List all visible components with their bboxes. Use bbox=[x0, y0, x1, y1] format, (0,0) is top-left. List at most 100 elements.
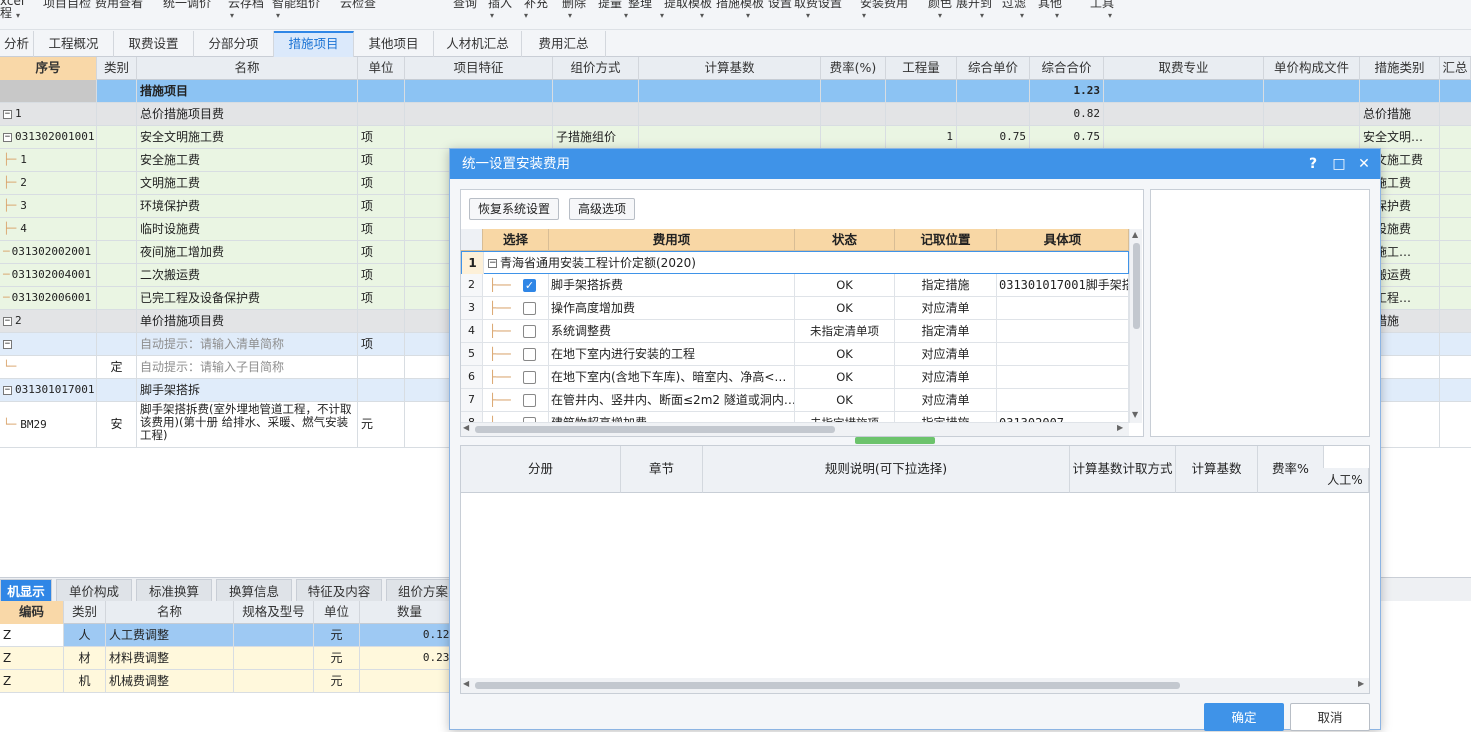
checkbox[interactable]: ✓ bbox=[523, 279, 536, 292]
tab-7[interactable]: 费用汇总 bbox=[522, 31, 606, 57]
row-name[interactable]: 自动提示：请输入子目简称 bbox=[137, 356, 358, 378]
checkbox[interactable] bbox=[523, 325, 536, 338]
tab-2[interactable]: 取费设置 bbox=[114, 31, 194, 57]
checkbox[interactable] bbox=[523, 302, 536, 315]
ribbon-item[interactable]: 智能组价 bbox=[272, 0, 320, 11]
row-name[interactable]: 已完工程及设备保护费 bbox=[137, 287, 358, 309]
horizontal-scrollbar[interactable]: ◀ ▶ bbox=[461, 423, 1129, 436]
bottom-tab-4[interactable]: 特征及内容 bbox=[296, 579, 382, 602]
collapse-icon[interactable]: − bbox=[3, 339, 12, 349]
row-name[interactable]: 临时设施费 bbox=[137, 218, 358, 240]
column-header[interactable]: 编码 bbox=[0, 601, 64, 624]
column-header[interactable]: 单位 bbox=[314, 601, 360, 624]
chevron-down-icon[interactable]: ▾ bbox=[660, 11, 664, 20]
scroll-thumb[interactable] bbox=[475, 426, 835, 433]
column-header[interactable]: 规格及型号 bbox=[234, 601, 314, 624]
row-name[interactable]: 脚手架搭拆费(室外埋地管道工程，不计取该费用)(第十册 给排水、采暖、燃气安装工… bbox=[137, 402, 358, 447]
column-header[interactable]: 章节 bbox=[621, 446, 703, 493]
column-header[interactable]: 具体项 bbox=[997, 229, 1129, 251]
column-header[interactable]: 汇总 bbox=[1440, 57, 1471, 80]
collapse-icon[interactable]: − bbox=[3, 109, 12, 119]
bottom-tab-2[interactable]: 标准换算 bbox=[136, 579, 212, 602]
chevron-down-icon[interactable]: ▾ bbox=[746, 11, 750, 20]
scroll-left-icon[interactable]: ◀ bbox=[463, 423, 469, 432]
ribbon-item[interactable]: 措施模板 bbox=[716, 0, 764, 11]
column-header[interactable]: 单价构成文件 bbox=[1264, 57, 1360, 80]
ribbon-item[interactable]: 云检查 bbox=[340, 0, 376, 11]
row-name[interactable]: 单价措施项目费 bbox=[137, 310, 358, 332]
chevron-down-icon[interactable]: ▾ bbox=[1108, 11, 1112, 20]
tab-6[interactable]: 人材机汇总 bbox=[434, 31, 522, 57]
fee-row[interactable]: 4 ├── 系统调整费 未指定清单项 指定清单 bbox=[461, 320, 1129, 343]
column-header[interactable]: 人工% bbox=[1322, 468, 1369, 493]
chevron-down-icon[interactable]: ▾ bbox=[490, 11, 494, 20]
ribbon-item[interactable]: 统一调价 bbox=[163, 0, 211, 11]
ribbon-item[interactable]: 删除 bbox=[562, 0, 586, 11]
ribbon-item[interactable]: 安装费用 bbox=[860, 0, 908, 11]
column-header[interactable]: 名称 bbox=[106, 601, 234, 624]
ribbon-item[interactable]: 费用查看 bbox=[95, 0, 143, 11]
tab-5[interactable]: 其他项目 bbox=[354, 31, 434, 57]
collapse-icon[interactable]: − bbox=[3, 132, 12, 142]
column-header[interactable]: 分册 bbox=[461, 446, 621, 493]
table-row[interactable]: 措施项目 1.23 bbox=[0, 80, 1471, 103]
fee-row[interactable]: 5 ├── 在地下室内进行安装的工程 OK 对应清单 bbox=[461, 343, 1129, 366]
tab-4[interactable]: 措施项目 bbox=[274, 31, 354, 57]
ribbon-item[interactable]: 设置 bbox=[768, 0, 792, 11]
ribbon-item[interactable]: 过滤 bbox=[1002, 0, 1026, 11]
ribbon-item[interactable]: 取费设置 bbox=[794, 0, 842, 11]
scroll-up-icon[interactable]: ▲ bbox=[1132, 230, 1138, 239]
row-name[interactable]: 二次搬运费 bbox=[137, 264, 358, 286]
column-header[interactable]: 取费专业 bbox=[1104, 57, 1264, 80]
close-icon[interactable]: ✕ bbox=[1353, 149, 1375, 179]
resource-row[interactable]: Z 材材料费调整 元 0.239 bbox=[0, 647, 460, 670]
group-row[interactable]: 1− 青海省通用安装工程计价定额(2020) bbox=[461, 251, 1130, 274]
row-name[interactable]: 环境保护费 bbox=[137, 195, 358, 217]
cancel-button[interactable]: 取消 bbox=[1290, 703, 1370, 731]
tab-0[interactable]: 分析 bbox=[0, 31, 34, 57]
chevron-down-icon[interactable]: ▾ bbox=[568, 11, 572, 20]
collapse-icon[interactable]: − bbox=[488, 259, 497, 268]
splitter-handle[interactable] bbox=[855, 437, 935, 444]
column-header[interactable]: 名称 bbox=[137, 57, 358, 80]
chevron-down-icon[interactable]: ▾ bbox=[806, 11, 810, 20]
chevron-down-icon[interactable]: ▾ bbox=[624, 11, 628, 20]
column-header[interactable]: 费用项 bbox=[549, 229, 795, 251]
ribbon-item[interactable]: 插入 bbox=[488, 0, 512, 11]
scroll-right-icon[interactable]: ▶ bbox=[1358, 679, 1364, 688]
chevron-down-icon[interactable]: ▾ bbox=[1055, 11, 1059, 20]
tab-3[interactable]: 分部分项 bbox=[194, 31, 274, 57]
column-header[interactable]: 措施类别 bbox=[1360, 57, 1440, 80]
fee-row[interactable]: 3 ├── 操作高度增加费 OK 对应清单 bbox=[461, 297, 1129, 320]
ribbon-item[interactable]: 展开到 bbox=[956, 0, 992, 11]
column-header[interactable]: 选择 bbox=[483, 229, 549, 251]
scroll-right-icon[interactable]: ▶ bbox=[1117, 423, 1123, 432]
chevron-down-icon[interactable]: ▾ bbox=[938, 11, 942, 20]
column-header[interactable]: 费率% bbox=[1258, 446, 1324, 493]
chevron-down-icon[interactable]: ▾ bbox=[862, 11, 866, 20]
collapse-icon[interactable]: − bbox=[3, 385, 12, 395]
column-header[interactable]: 工程量 bbox=[886, 57, 957, 80]
chevron-down-icon[interactable]: ▾ bbox=[276, 11, 280, 20]
scroll-down-icon[interactable]: ▼ bbox=[1132, 410, 1138, 419]
table-row[interactable]: −031302001001 安全文明施工费项子措施组价 1 0.75 0.75 安全文明… bbox=[0, 126, 1471, 149]
column-header[interactable]: 综合单价 bbox=[957, 57, 1030, 80]
row-name[interactable]: 措施项目 bbox=[137, 80, 358, 102]
checkbox[interactable] bbox=[523, 394, 536, 407]
maximize-icon[interactable]: □ bbox=[1328, 149, 1350, 179]
ribbon-item[interactable]: 颜色 bbox=[928, 0, 952, 11]
ribbon-item[interactable]: 查询 bbox=[453, 0, 477, 11]
resource-row[interactable]: Z 人人工费调整 元 0.128 bbox=[0, 624, 460, 647]
ribbon-item[interactable]: 提取模板 bbox=[664, 0, 712, 11]
scroll-left-icon[interactable]: ◀ bbox=[463, 679, 469, 688]
restore-defaults-button[interactable]: 恢复系统设置 bbox=[469, 198, 560, 220]
ribbon-item[interactable]: 补充 bbox=[524, 0, 548, 11]
row-name[interactable]: 总价措施项目费 bbox=[137, 103, 358, 125]
fee-row[interactable]: 2 ├── ✓ 脚手架搭拆费OK指定措施031301017001脚手架搭拆 bbox=[461, 274, 1129, 297]
column-header[interactable]: 数量 bbox=[360, 601, 460, 624]
row-name[interactable]: 安全施工费 bbox=[137, 149, 358, 171]
column-header[interactable]: 费率(%) bbox=[821, 57, 886, 80]
row-name[interactable]: 自动提示：请输入清单简称 bbox=[137, 333, 358, 355]
column-header[interactable]: 规则说明(可下拉选择) bbox=[703, 446, 1070, 493]
bottom-tab-0[interactable]: 机显示 bbox=[0, 579, 52, 602]
